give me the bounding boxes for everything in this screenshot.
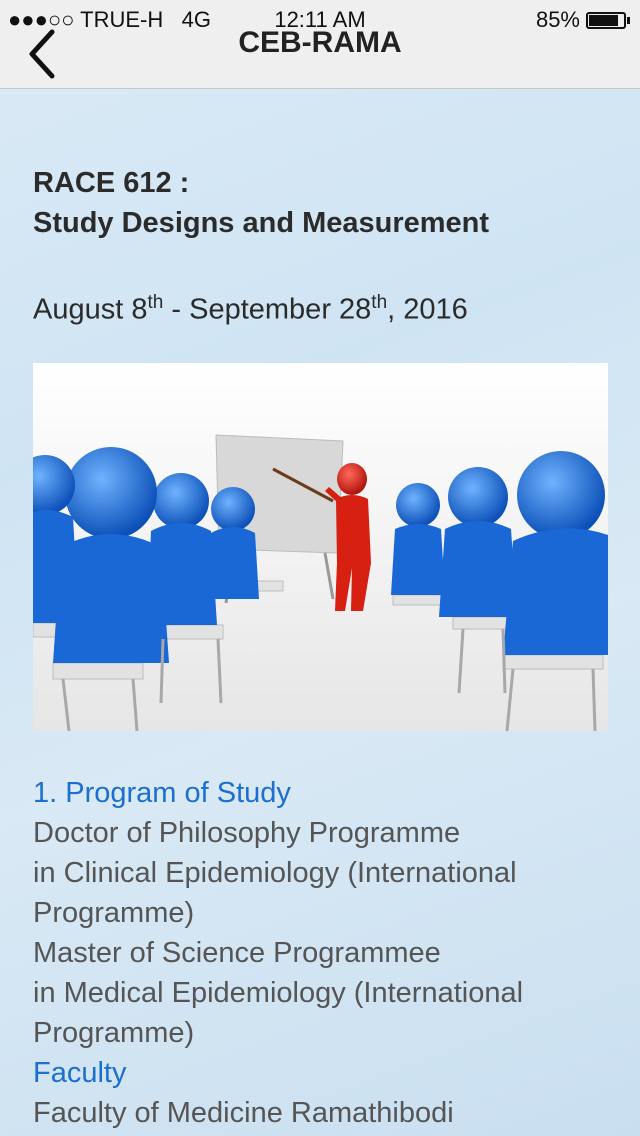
program-line: Master of Science Programmee [33, 937, 441, 969]
battery-fill [589, 14, 618, 26]
end-date: - September 28 [163, 293, 372, 326]
course-details: 1. Program of Study Doctor of Philosophy… [33, 773, 613, 1133]
start-suffix: th [147, 292, 164, 313]
program-line: Programme) [33, 897, 195, 929]
navigation-bar: CEB-RAMA [0, 26, 640, 89]
faculty-line: Faculty of Medicine Ramathibodi [33, 1097, 454, 1129]
page-title: CEB-RAMA [238, 26, 402, 59]
classroom-presentation-illustration [33, 363, 608, 731]
program-heading: 1. Program of Study [33, 777, 291, 809]
start-date: August 8 [33, 293, 148, 326]
classroom-presentation-image [33, 363, 608, 731]
end-suffix: th [371, 292, 388, 313]
course-code: RACE 612 : [33, 167, 190, 199]
course-dates: August 8th - September 28th, 2016 [33, 292, 468, 327]
program-line: in Medical Epidemiology (International [33, 977, 524, 1009]
battery-tip [627, 16, 630, 24]
year: , 2016 [387, 293, 468, 326]
program-line: Programme) [33, 1017, 195, 1049]
faculty-heading: Faculty [33, 1057, 127, 1089]
course-title: Study Designs and Measurement [33, 207, 490, 239]
program-line: in Clinical Epidemiology (International [33, 857, 517, 889]
program-line: Doctor of Philosophy Programme [33, 817, 461, 849]
